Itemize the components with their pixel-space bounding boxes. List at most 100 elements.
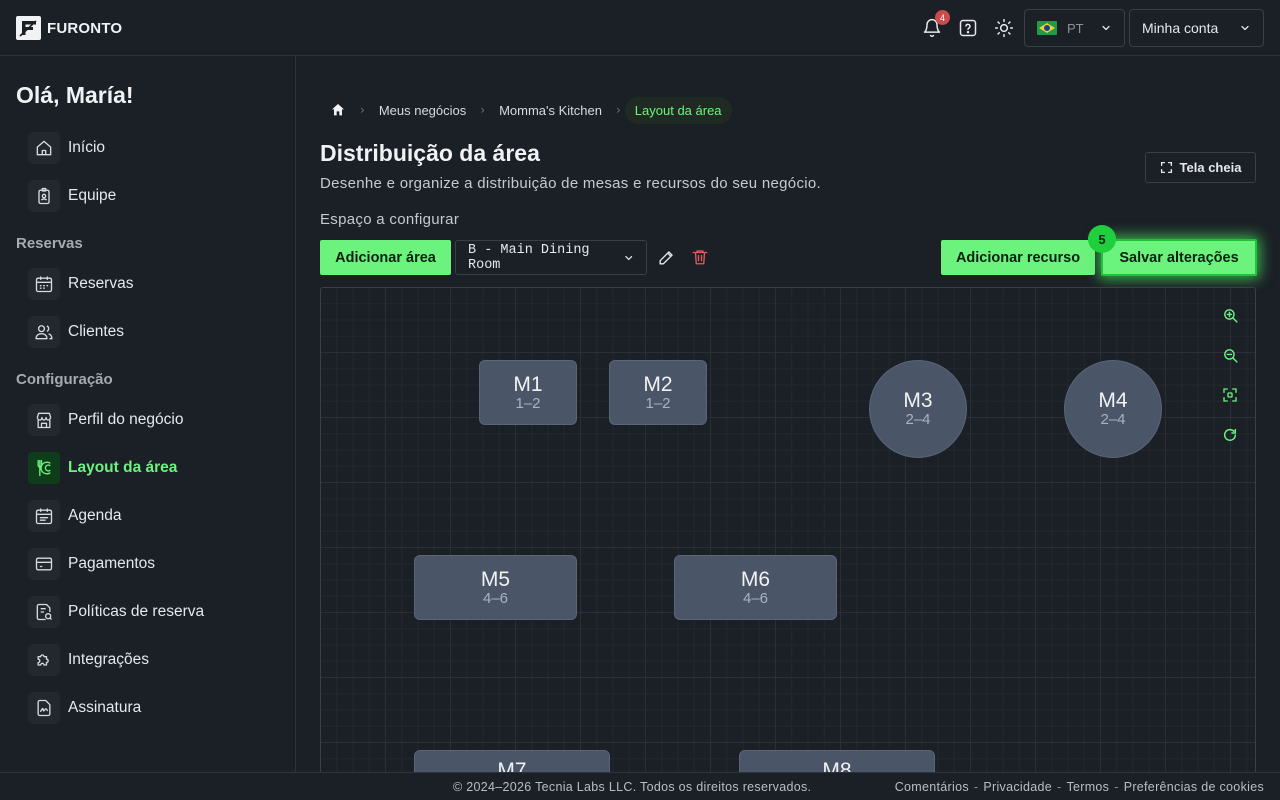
sidebar-item-agenda[interactable]: Agenda bbox=[28, 500, 121, 532]
page-subtitle: Desenhe e organize a distribuição de mes… bbox=[320, 175, 821, 192]
sidebar-item-label: Integrações bbox=[68, 651, 149, 668]
footer-link-comentarios[interactable]: Comentários bbox=[895, 780, 969, 794]
sidebar-item-equipe[interactable]: Equipe bbox=[28, 180, 116, 212]
sidebar-item-label: Equipe bbox=[68, 187, 117, 204]
brand-logo[interactable]: FURONTO bbox=[16, 16, 122, 40]
card-icon bbox=[28, 548, 60, 580]
section-title-configuracao: Configuração bbox=[16, 371, 113, 388]
help-button[interactable] bbox=[956, 16, 980, 40]
home-icon bbox=[332, 104, 344, 116]
footer-link-privacidade[interactable]: Privacidade bbox=[983, 780, 1052, 794]
zoom-in-icon bbox=[1223, 308, 1238, 323]
language-label: PT bbox=[1067, 20, 1084, 36]
breadcrumb-item[interactable]: Meus negócios bbox=[369, 103, 476, 118]
sun-icon bbox=[994, 18, 1014, 38]
table-name: M4 bbox=[1098, 389, 1128, 413]
chevron-right-icon: › bbox=[480, 103, 486, 117]
greeting: Olá, María! bbox=[16, 82, 134, 108]
section-title-reservas: Reservas bbox=[16, 235, 83, 252]
table-name: M3 bbox=[903, 389, 933, 413]
table-capacity: 1–2 bbox=[515, 394, 541, 412]
footer-separator: - bbox=[1114, 780, 1119, 794]
language-select[interactable]: PT bbox=[1024, 9, 1125, 47]
sidebar-item-label: Agenda bbox=[68, 507, 122, 524]
sidebar-item-politicas-reserva[interactable]: Políticas de reserva bbox=[28, 596, 204, 628]
footer-link-cookies[interactable]: Preferências de cookies bbox=[1124, 780, 1264, 794]
calendar-icon bbox=[28, 268, 60, 300]
brand-name: FURONTO bbox=[47, 19, 123, 37]
breadcrumb-home[interactable] bbox=[320, 96, 356, 124]
add-area-button[interactable]: Adicionar área bbox=[320, 240, 451, 275]
notifications-button[interactable]: 4 bbox=[920, 10, 950, 40]
fullscreen-button[interactable]: Tela cheia bbox=[1145, 152, 1256, 183]
table-capacity: 4–6 bbox=[482, 589, 509, 607]
trash-icon bbox=[692, 250, 708, 265]
table-m3[interactable]: M3 2–4 bbox=[869, 360, 967, 458]
area-select-value: B - Main Dining Room bbox=[468, 242, 590, 273]
footer-link-termos[interactable]: Termos bbox=[1066, 780, 1109, 794]
copyright: © 2024–2026 Tecnia Labs LLC. Todos os di… bbox=[453, 780, 812, 794]
theme-toggle[interactable] bbox=[992, 16, 1016, 40]
signature-icon bbox=[28, 692, 60, 724]
store-icon bbox=[28, 404, 60, 436]
notification-badge: 4 bbox=[935, 10, 950, 25]
fullscreen-icon bbox=[1160, 161, 1172, 174]
sidebar-item-pagamentos[interactable]: Pagamentos bbox=[28, 548, 155, 580]
table-m6[interactable]: M6 4–6 bbox=[674, 555, 837, 620]
sidebar-item-perfil-negocio[interactable]: Perfil do negócio bbox=[28, 404, 183, 436]
area-select[interactable]: B - Main Dining Room bbox=[455, 240, 647, 275]
table-capacity: 1–2 bbox=[645, 394, 671, 412]
save-changes-button[interactable]: Salvar alterações bbox=[1101, 239, 1257, 276]
space-label: Espaço a configurar bbox=[320, 211, 460, 228]
users-icon bbox=[28, 316, 60, 348]
reset-view-button[interactable] bbox=[1219, 424, 1241, 446]
chevron-right-icon: › bbox=[615, 103, 621, 117]
sidebar-item-label: Perfil do negócio bbox=[68, 411, 184, 428]
table-m2[interactable]: M2 1–2 bbox=[609, 360, 707, 425]
breadcrumb-current: Layout da área bbox=[624, 96, 732, 124]
sidebar-item-inicio[interactable]: Início bbox=[28, 132, 105, 164]
account-label: Minha conta bbox=[1142, 20, 1219, 36]
help-icon bbox=[959, 19, 977, 37]
fullscreen-label: Tela cheia bbox=[1179, 160, 1242, 175]
sidebar-item-layout-area[interactable]: Layout da área bbox=[28, 452, 177, 484]
footer: © 2024–2026 Tecnia Labs LLC. Todos os di… bbox=[0, 772, 1280, 800]
footer-separator: - bbox=[973, 780, 979, 794]
chevron-right-icon: › bbox=[360, 103, 365, 117]
table-capacity: 2–4 bbox=[905, 411, 931, 429]
sidebar-item-label: Políticas de reserva bbox=[68, 603, 205, 620]
badge-icon bbox=[28, 180, 60, 212]
sidebar-item-assinatura[interactable]: Assinatura bbox=[28, 692, 141, 724]
table-name: M1 bbox=[513, 372, 543, 396]
table-m1[interactable]: M1 1–2 bbox=[479, 360, 577, 425]
chevron-down-icon bbox=[1102, 25, 1110, 31]
fit-view-button[interactable] bbox=[1219, 384, 1241, 406]
sidebar-item-label: Início bbox=[68, 139, 106, 156]
add-resource-button[interactable]: Adicionar recurso bbox=[941, 240, 1095, 275]
puzzle-icon bbox=[28, 644, 60, 676]
calendar-lines-icon bbox=[28, 500, 60, 532]
table-m5[interactable]: M5 4–6 bbox=[414, 555, 577, 620]
home-icon bbox=[28, 132, 60, 164]
sidebar-item-clientes[interactable]: Clientes bbox=[28, 316, 124, 348]
policy-icon bbox=[28, 596, 60, 628]
top-bar: FURONTO 4 PT Minha conta bbox=[0, 0, 1280, 56]
furonto-logo-icon bbox=[16, 16, 41, 40]
chevron-down-icon bbox=[624, 255, 632, 260]
sidebar-item-label: Pagamentos bbox=[68, 555, 156, 572]
breadcrumb-item[interactable]: Momma's Kitchen bbox=[489, 103, 612, 118]
table-m4[interactable]: M4 2–4 bbox=[1064, 360, 1162, 458]
sidebar-item-reservas[interactable]: Reservas bbox=[28, 268, 133, 300]
zoom-out-button[interactable] bbox=[1219, 344, 1241, 366]
sidebar-item-label: Clientes bbox=[68, 323, 124, 340]
page-title: Distribuição da área bbox=[320, 140, 540, 166]
sidebar-item-integracoes[interactable]: Integrações bbox=[28, 644, 149, 676]
footer-separator: - bbox=[1056, 780, 1062, 794]
account-menu[interactable]: Minha conta bbox=[1129, 9, 1264, 47]
table-capacity: 2–4 bbox=[1100, 411, 1126, 429]
layout-canvas[interactable]: M1 1–2 M2 1–2 M3 2–4 M4 2–4 M5 4–6 M6 4–… bbox=[320, 287, 1256, 787]
edit-area-button[interactable] bbox=[655, 246, 677, 268]
zoom-in-button[interactable] bbox=[1219, 304, 1241, 326]
delete-area-button[interactable] bbox=[689, 246, 711, 268]
sidebar-item-label: Layout da área bbox=[68, 459, 178, 476]
